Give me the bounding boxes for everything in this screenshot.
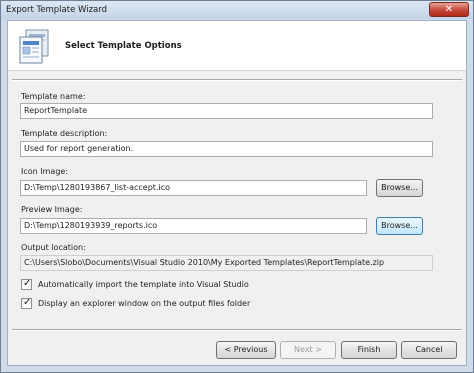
- footer-divider: [12, 329, 462, 331]
- cancel-button[interactable]: Cancel: [401, 341, 457, 359]
- template-name-field[interactable]: ReportTemplate: [20, 103, 433, 119]
- wizard-window: Export Template Wizard ✕ Select Template…: [0, 0, 474, 373]
- next-button[interactable]: Next >: [280, 341, 336, 359]
- wizard-header: Select Template Options: [8, 21, 466, 71]
- template-description-field[interactable]: Used for report generation.: [20, 141, 433, 157]
- page-title: Select Template Options: [65, 41, 182, 51]
- auto-import-label[interactable]: Automatically import the template into V…: [38, 280, 249, 289]
- display-explorer-checkbox[interactable]: ✓: [21, 297, 32, 309]
- header-divider: [12, 79, 462, 81]
- auto-import-checkbox[interactable]: ✓: [21, 278, 32, 290]
- close-icon: ✕: [444, 4, 454, 15]
- preview-image-field[interactable]: D:\Temp\1280193939_reports.ico: [20, 218, 367, 234]
- template-wizard-icon: [19, 29, 49, 64]
- previous-button[interactable]: < Previous: [216, 341, 276, 359]
- icon-browse-button[interactable]: Browse...: [376, 179, 423, 197]
- display-explorer-label[interactable]: Display an explorer window on the output…: [38, 299, 250, 308]
- output-location-label: Output location:: [21, 243, 86, 252]
- window-title: Export Template Wizard: [6, 5, 108, 15]
- close-button[interactable]: ✕: [429, 2, 469, 17]
- preview-image-label: Preview Image:: [21, 205, 83, 214]
- icon-image-field[interactable]: D:\Temp\1280193867_list-accept.ico: [20, 180, 367, 196]
- template-name-label: Template name:: [21, 92, 86, 101]
- checkmark-icon: ✓: [23, 297, 32, 308]
- finish-button[interactable]: Finish: [341, 341, 397, 359]
- icon-image-label: Icon Image:: [21, 167, 69, 176]
- title-bar[interactable]: Export Template Wizard ✕: [1, 1, 473, 19]
- output-location-field: C:\Users\Slobo\Documents\Visual Studio 2…: [20, 255, 433, 271]
- wizard-client-area: Select Template Options Template name: R…: [7, 20, 467, 366]
- checkmark-icon: ✓: [23, 278, 32, 289]
- preview-browse-button[interactable]: Browse...: [376, 217, 423, 235]
- template-description-label: Template description:: [21, 129, 108, 138]
